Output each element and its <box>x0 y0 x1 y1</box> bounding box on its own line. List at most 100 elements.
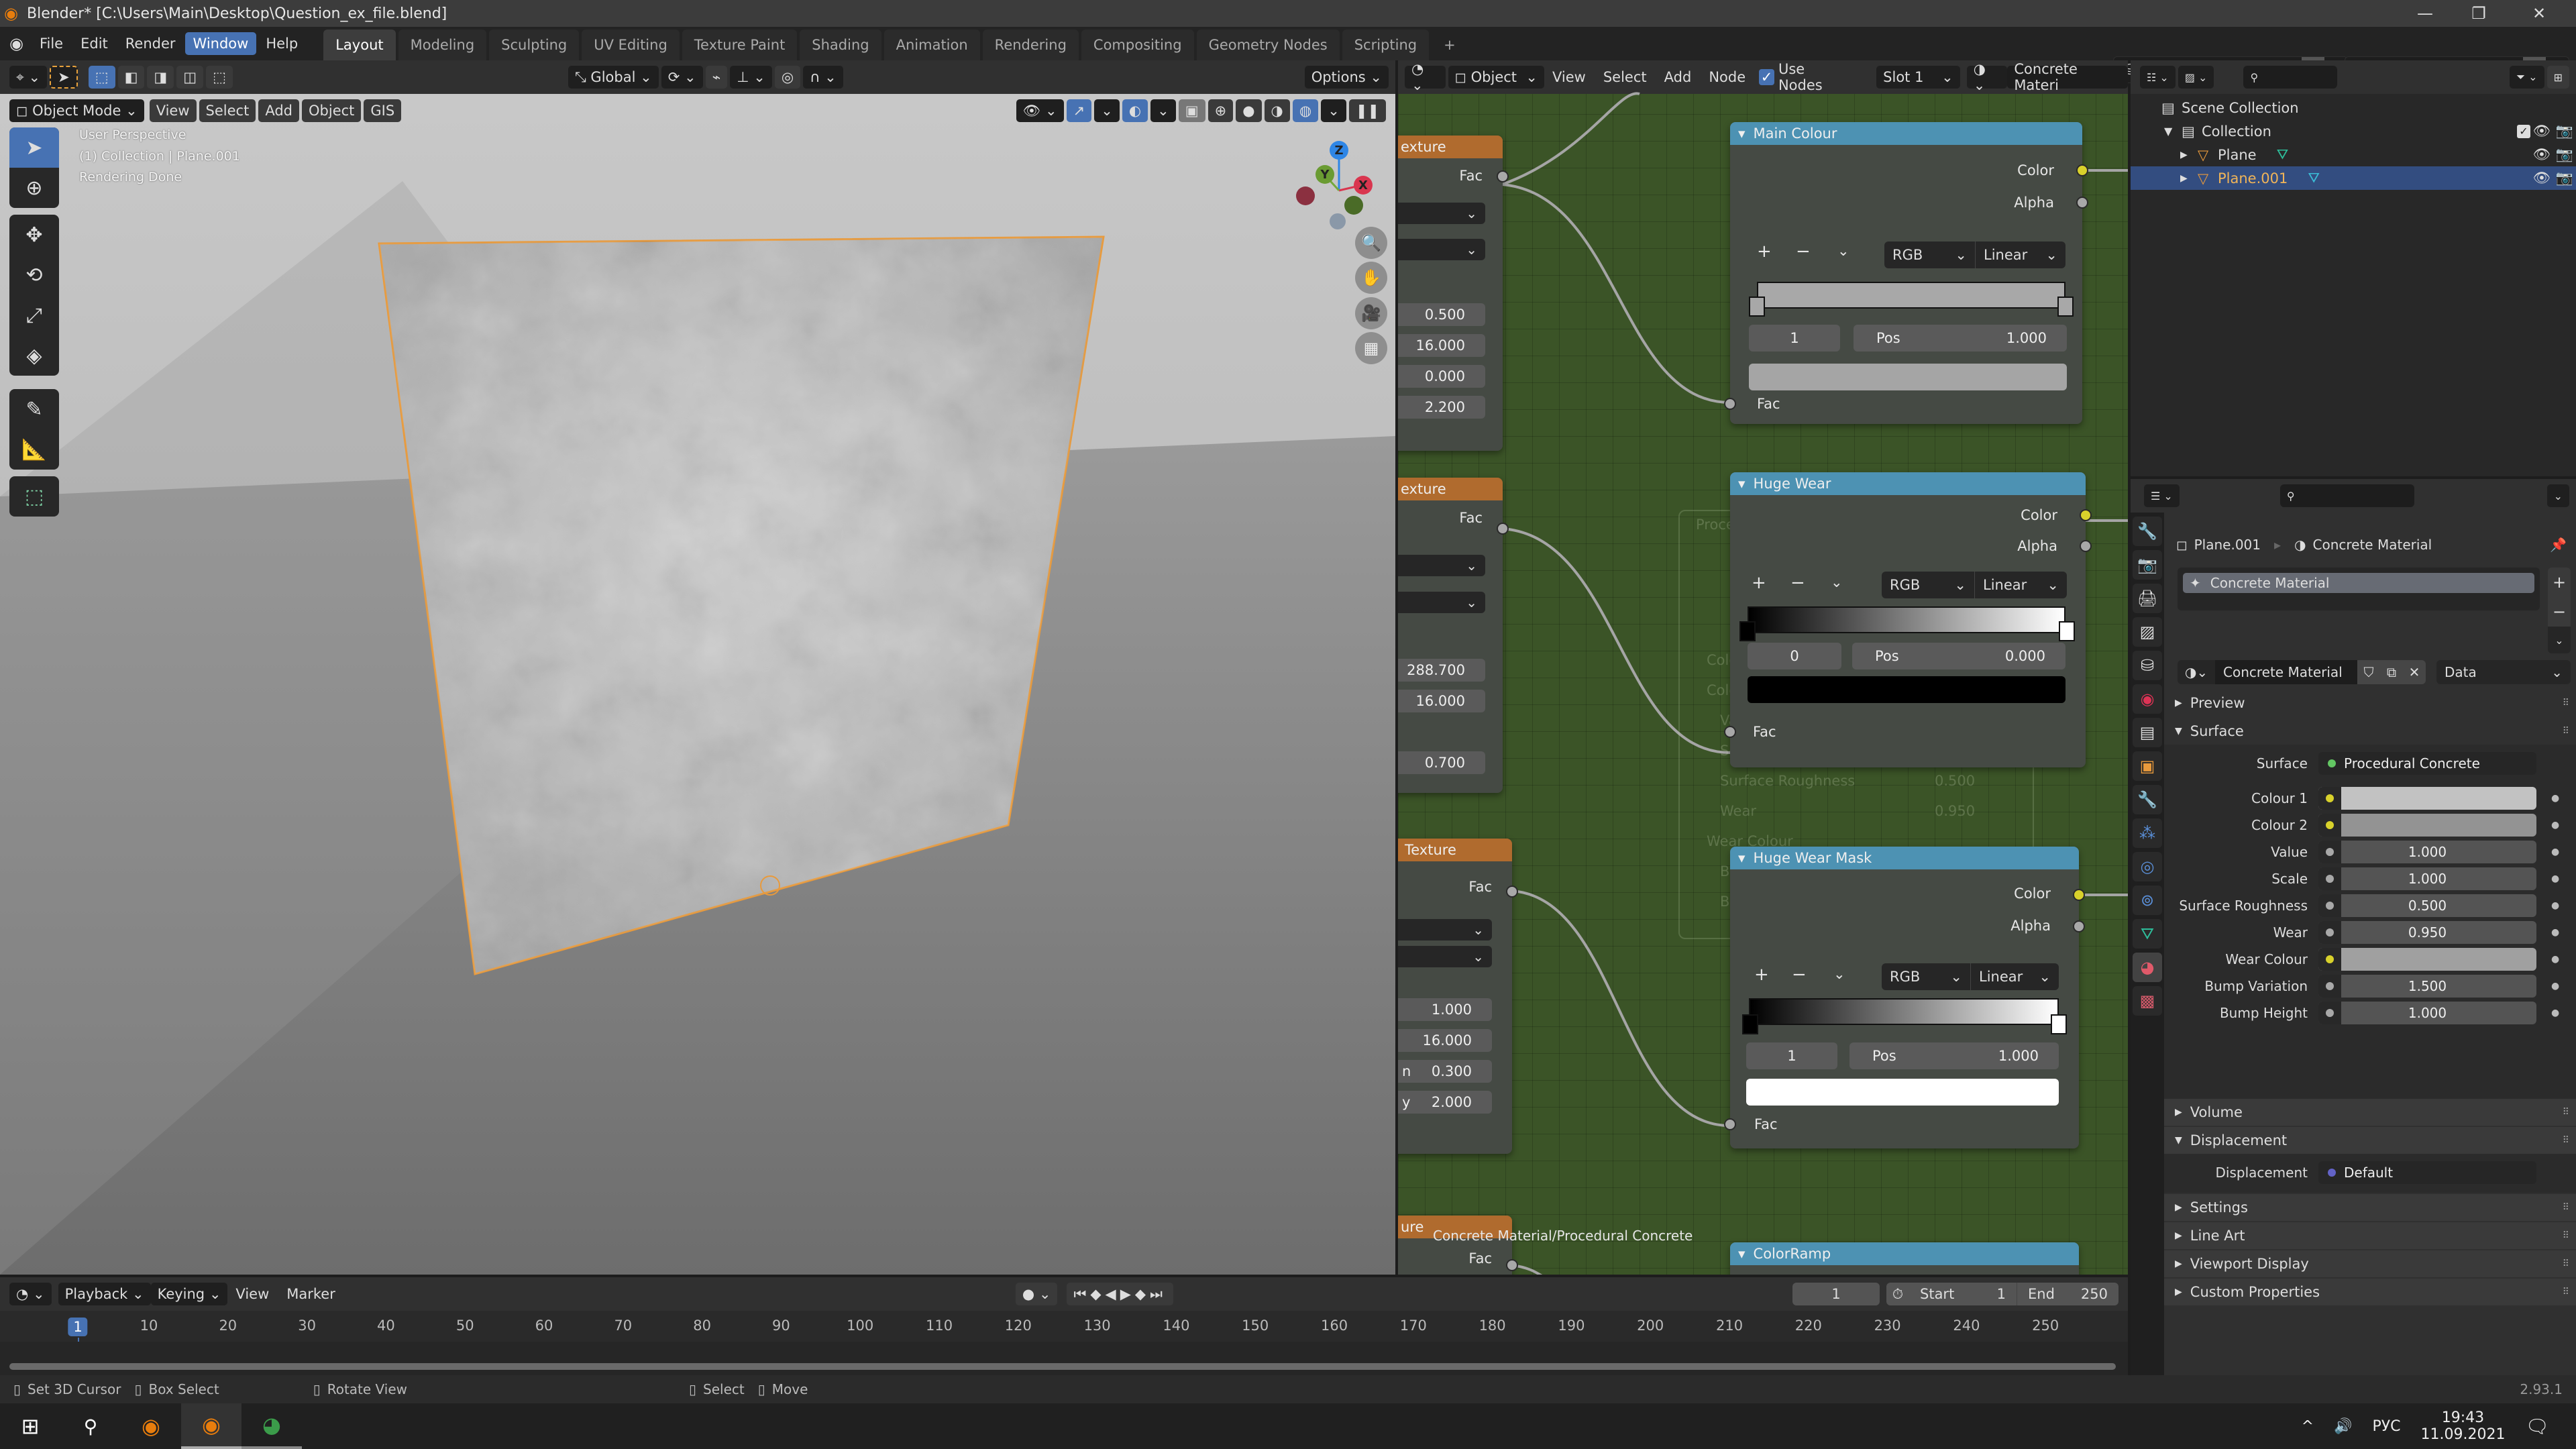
node-dropdown[interactable]: ⌄ <box>1398 203 1485 224</box>
displacement-field[interactable]: Default <box>2318 1161 2536 1184</box>
keyframe-dot-icon[interactable]: ● <box>2551 981 2559 991</box>
drag-grip-icon[interactable]: ⠿ <box>2563 698 2569 708</box>
color-stop-1[interactable] <box>2051 1014 2067 1034</box>
panel-settings[interactable]: ▶ Settings ⠿ <box>2164 1194 2576 1221</box>
color-ramp-gradient[interactable] <box>1757 282 2065 309</box>
colorramp-node-main-colour[interactable]: ▾ Main Colour Color Alpha + − ⌄ RGB ⌄ Line… <box>1724 122 2088 424</box>
tab-modeling[interactable]: Modeling <box>398 30 487 60</box>
stop-index-field[interactable]: 1 <box>1749 325 1840 352</box>
input-field[interactable]: 1.500 <box>2318 975 2536 998</box>
taskbar-chrome-icon[interactable]: ◕ <box>241 1403 302 1449</box>
menu-file[interactable]: File <box>32 32 71 55</box>
interpolation-dropdown[interactable]: Linear ⌄ <box>1970 963 2059 990</box>
tab-geometry-nodes[interactable]: Geometry Nodes <box>1196 30 1340 60</box>
color-mode-dropdown[interactable]: RGB ⌄ <box>1882 963 1970 990</box>
menu-help[interactable]: Help <box>258 32 306 55</box>
color-swatch-field[interactable] <box>2318 787 2536 810</box>
collapse-icon[interactable]: ▾ <box>1738 125 1746 142</box>
select-box-tool-icon[interactable]: ➤ <box>9 127 59 168</box>
node-value-field[interactable]: 16.000 <box>1398 690 1485 712</box>
blender-menu-icon[interactable]: ◉ <box>9 34 23 53</box>
clock[interactable]: 19:43 11.09.2021 <box>2420 1409 2505 1443</box>
socket-link-button[interactable] <box>2318 921 2341 944</box>
modifier-tab-icon[interactable]: 🔧 <box>2133 785 2162 814</box>
color-stop-0[interactable] <box>1739 621 1756 641</box>
constraints-tab-icon[interactable]: ⊚ <box>2133 885 2162 915</box>
stop-position-field[interactable]: Pos 1.000 <box>1849 1042 2059 1069</box>
panel-surface[interactable]: ▼ Surface ⠿ <box>2164 718 2576 745</box>
panel-volume[interactable]: ▶ Volume ⠿ <box>2164 1099 2576 1126</box>
texture-node-2[interactable]: exture Fac ⌄ ⌄ 288.700 16.000 0.700 <box>1398 478 1509 793</box>
input-field[interactable]: 0.500 <box>2318 894 2536 917</box>
input-field[interactable]: 0.950 <box>2318 921 2536 944</box>
output-alpha-socket[interactable] <box>2073 920 2085 932</box>
axis-z-icon[interactable]: Z <box>1330 141 1348 160</box>
tray-overflow-icon[interactable]: ^ <box>2302 1418 2314 1435</box>
mesh-data-icon[interactable]: ⛛ <box>2277 146 2289 163</box>
output-color-socket[interactable] <box>2080 509 2092 521</box>
3d-viewport[interactable]: ⌖ ⌄ ➤ ⬚ ◧ ◨ ◫ ⬚ ⤡ Global ⌄ ⟳ ⌄ ⌁ ⊥ ⌄ ◎ ∩… <box>0 60 1395 1275</box>
drag-grip-icon[interactable]: ⠿ <box>2563 726 2569 737</box>
input-language[interactable]: РУС <box>2372 1418 2400 1435</box>
stop-color-swatch[interactable] <box>1746 1079 2059 1106</box>
collection-tab-icon[interactable]: ▤ <box>2133 718 2162 747</box>
browse-material-icon[interactable]: ◑⌄ <box>2178 660 2215 684</box>
output-alpha-socket[interactable] <box>2080 540 2092 552</box>
expand-arrow-icon[interactable]: ▶ <box>2180 150 2194 160</box>
stop-position-field[interactable]: Pos 0.000 <box>1852 643 2065 669</box>
keyframe-dot-icon[interactable]: ● <box>2551 1008 2559 1018</box>
render-tab-icon[interactable]: 📷 <box>2133 550 2162 580</box>
color-swatch-field[interactable] <box>2318 814 2536 837</box>
output-fac-socket[interactable] <box>1497 170 1509 182</box>
node-dropdown[interactable]: ⌄ <box>1398 919 1492 941</box>
node-value-field[interactable]: n 0.300 <box>1398 1060 1492 1083</box>
exclude-checkbox[interactable]: ✓ <box>2517 124 2530 138</box>
remove-slot-button[interactable]: − <box>2548 597 2571 627</box>
visibility-eye-icon[interactable]: 👁 <box>2530 146 2553 163</box>
texture-node-4[interactable]: ure Fac <box>1398 1216 1518 1275</box>
output-color-socket[interactable] <box>2073 889 2085 901</box>
axis-x-icon[interactable]: X <box>1354 176 1373 195</box>
remove-stop-button[interactable]: − <box>1792 965 1807 985</box>
panel-line-art[interactable]: ▶ Line Art ⠿ <box>2164 1222 2576 1249</box>
drag-grip-icon[interactable]: ⠿ <box>2563 1107 2569 1118</box>
drag-grip-icon[interactable]: ⠿ <box>2563 1258 2569 1269</box>
outliner-search-input[interactable]: ⚲ <box>2243 66 2338 89</box>
socket-link-button[interactable] <box>2318 814 2341 837</box>
color-stop-1[interactable] <box>2057 297 2074 317</box>
panel-preview[interactable]: ▶ Preview ⠿ <box>2164 690 2576 716</box>
menu-window[interactable]: Window <box>184 32 257 55</box>
color-stop-0[interactable] <box>1742 1014 1758 1034</box>
color-swatch-field[interactable] <box>2318 948 2536 971</box>
object-tab-icon[interactable]: ▣ <box>2133 751 2162 781</box>
node-dropdown[interactable]: ⌄ <box>1398 592 1485 613</box>
keyframe-dot-icon[interactable]: ● <box>2551 820 2559 830</box>
surface-shader-field[interactable]: Procedural Concrete <box>2318 752 2536 775</box>
color-ramp-gradient[interactable] <box>1749 998 2059 1025</box>
mesh-data-icon[interactable]: ⛛ <box>2308 170 2320 186</box>
taskbar-blender-active-icon[interactable]: ◉ <box>181 1403 241 1449</box>
texture-node-3[interactable]: Texture Fac ⌄ ⌄ 1.000 16.000 n 0.300 y 2.0… <box>1398 839 1518 1154</box>
socket-link-button[interactable] <box>2318 948 2341 971</box>
menu-edit[interactable]: Edit <box>72 32 116 55</box>
outliner-row-collection[interactable]: ▼ ▤ Collection ✓ 👁 📷 <box>2131 119 2576 143</box>
output-fac-socket[interactable] <box>1506 885 1518 898</box>
outliner-editor-type-icon[interactable]: ☷ ⌄ <box>2140 66 2176 89</box>
visibility-eye-icon[interactable]: 👁 <box>2530 123 2553 140</box>
keyframe-dot-icon[interactable]: ● <box>2551 927 2559 938</box>
tool-tab-icon[interactable]: 🔧 <box>2133 517 2162 546</box>
new-collection-button[interactable]: ⊞ <box>2546 66 2569 89</box>
pan-view-icon[interactable]: ✋ <box>1355 262 1387 294</box>
tab-compositing[interactable]: Compositing <box>1081 30 1194 60</box>
move-tool-icon[interactable]: ✥ <box>9 215 59 255</box>
stop-index-field[interactable]: 1 <box>1746 1042 1837 1069</box>
remove-stop-button[interactable]: − <box>1790 573 1805 593</box>
tab-rendering[interactable]: Rendering <box>982 30 1079 60</box>
camera-view-icon[interactable]: 🎥 <box>1355 297 1387 329</box>
texture-node-1[interactable]: exture Fac ⌄ ⌄ 0.500 16.000 0.000 2.200 <box>1398 136 1509 451</box>
duplicate-material-icon[interactable]: ⧉ <box>2380 660 2403 684</box>
properties-editor-type-icon[interactable]: ☰ ⌄ <box>2144 484 2180 507</box>
material-tab-icon[interactable]: ◕ <box>2133 953 2162 982</box>
taskbar-blender-icon[interactable]: ◉ <box>121 1403 181 1449</box>
add-stop-button[interactable]: + <box>1754 965 1769 985</box>
